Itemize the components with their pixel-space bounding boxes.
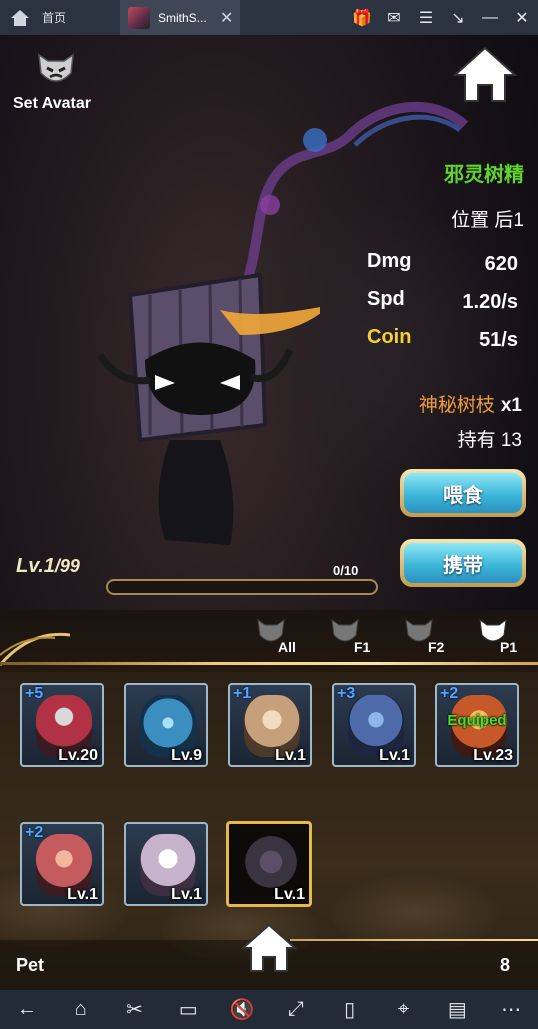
filter-f1[interactable]: F1	[330, 617, 380, 661]
pet-slot[interactable]: +1 Lv.1	[228, 683, 312, 767]
pet-slot[interactable]: Lv.9	[124, 683, 208, 767]
pet-count: 8	[499, 955, 510, 975]
back-icon[interactable]: ←	[7, 998, 47, 1021]
food-item: 神秘树枝 x1	[419, 390, 522, 417]
pet-level: Lv.1	[171, 886, 202, 903]
house-icon	[11, 9, 29, 26]
pet-slot-selected[interactable]: Lv.1	[226, 821, 312, 907]
mute-icon[interactable]: 🔇	[222, 997, 262, 1022]
pet-position: 位置 后1	[451, 205, 524, 232]
home-icon[interactable]: ⌂	[61, 998, 101, 1021]
feed-button-label: 喂食	[404, 473, 522, 513]
pet-level: Lv.9	[171, 747, 202, 764]
tab-home[interactable]: 首页	[0, 0, 120, 35]
pet-level: Lv.1	[275, 747, 306, 764]
pet-level: Lv.1/99	[16, 555, 80, 578]
pet-plus: +2	[440, 685, 459, 702]
stat-spd-label: Spd	[367, 288, 405, 310]
filter-p1-label: P1	[500, 639, 518, 655]
tab-close-icon[interactable]: ✕	[220, 8, 233, 28]
collapse-icon[interactable]: ↘	[442, 8, 474, 28]
tab-home-label: 首页	[42, 11, 67, 25]
pet-plus: +2	[25, 824, 44, 841]
filter-f2-label: F2	[428, 639, 445, 655]
food-item-qty: x1	[500, 395, 522, 416]
tree-spirit-pet-illustration	[97, 272, 320, 545]
pet-slot[interactable]: +5 Lv.20	[20, 683, 104, 767]
avatar-mask-icon[interactable]	[36, 51, 76, 87]
home-center-icon[interactable]	[241, 923, 297, 973]
pet-slot[interactable]: Lv.1	[124, 822, 208, 906]
bottom-divider	[290, 939, 538, 941]
filter-f1-label: F1	[354, 639, 371, 655]
pet-plus: +1	[233, 685, 252, 702]
owned-label: 持有	[457, 430, 496, 451]
stat-coin-label: Coin	[367, 326, 412, 348]
mail-icon[interactable]: ✉	[378, 8, 410, 28]
game-screen: Set Avatar 邪灵树精 位置 后1 Dmg 620 Spd 1.20/s…	[0, 35, 538, 990]
exp-bar	[106, 579, 378, 595]
pet-slot-equipped[interactable]: +2 Equiped Lv.23	[435, 683, 519, 767]
carry-button[interactable]: 携带	[400, 539, 526, 587]
stat-spd-value: 1.20/s	[462, 291, 518, 313]
apk-icon[interactable]: ▤	[437, 997, 477, 1022]
rotate-icon[interactable]: ▯	[330, 997, 370, 1022]
pet-slot[interactable]: +2 Lv.1	[20, 822, 104, 906]
position-value: 后1	[494, 210, 524, 231]
pet-plus: +5	[25, 685, 44, 702]
emulator-nav-bar: ← ⌂ ✂ ▭ 🔇 ⤢ ▯ ⌖ ▤ ⋯	[0, 990, 538, 1029]
food-owned: 持有 13	[458, 425, 522, 452]
folder-icon[interactable]: ▭	[168, 997, 208, 1022]
pet-level: Lv.1	[379, 747, 410, 764]
more-icon[interactable]: ⋯	[491, 997, 531, 1022]
filter-all-label: All	[278, 639, 296, 655]
exp-text: 0/10	[333, 563, 359, 578]
close-icon[interactable]: ✕	[506, 8, 538, 28]
carry-button-label: 携带	[404, 543, 522, 583]
position-label: 位置	[451, 210, 490, 231]
feed-button[interactable]: 喂食	[400, 469, 526, 517]
food-item-name: 神秘树枝	[418, 395, 495, 416]
owned-value: 13	[500, 430, 522, 451]
home-button-icon[interactable]	[452, 45, 518, 105]
menu-icon[interactable]: ☰	[410, 8, 442, 28]
gift-icon[interactable]: 🎁	[346, 8, 378, 28]
game-thumbnail	[128, 6, 150, 29]
minimize-icon[interactable]: —	[474, 9, 506, 27]
set-avatar-label[interactable]: Set Avatar	[13, 95, 91, 113]
emulator-tab-bar: 首页 SmithS... ✕ 🎁 ✉ ☰ ↘ — ✕	[0, 0, 538, 35]
pet-name: 邪灵树精	[444, 164, 524, 186]
stat-dmg-label: Dmg	[367, 250, 412, 272]
scissors-icon[interactable]: ✂	[114, 997, 154, 1022]
pet-tab-label: Pet	[16, 955, 45, 975]
pet-level: Lv.1	[67, 886, 98, 903]
tab-game-label: SmithS...	[158, 10, 207, 25]
pet-level: Lv.23	[473, 747, 513, 764]
pet-plus: +3	[337, 685, 356, 702]
pet-level: Lv.20	[58, 747, 98, 764]
equipped-badge: Equiped	[447, 712, 507, 729]
tab-game[interactable]: SmithS... ✕	[120, 0, 240, 35]
pet-level-value: Lv.1	[16, 555, 55, 577]
pet-max-level: /99	[54, 556, 80, 576]
location-icon[interactable]: ⌖	[383, 998, 423, 1021]
fullscreen-icon[interactable]: ⤢	[276, 998, 316, 1021]
filter-p1[interactable]: P1	[478, 617, 528, 661]
pet-level: Lv.1	[274, 886, 305, 903]
filter-all[interactable]: All	[256, 617, 306, 661]
strip-divider	[0, 662, 538, 665]
stat-dmg-value: 620	[484, 253, 518, 275]
filter-f2[interactable]: F2	[404, 617, 454, 661]
stat-coin-value: 51/s	[479, 329, 518, 351]
window-controls: 🎁 ✉ ☰ ↘ — ✕	[346, 0, 538, 35]
pet-slot[interactable]: +3 Lv.1	[332, 683, 416, 767]
